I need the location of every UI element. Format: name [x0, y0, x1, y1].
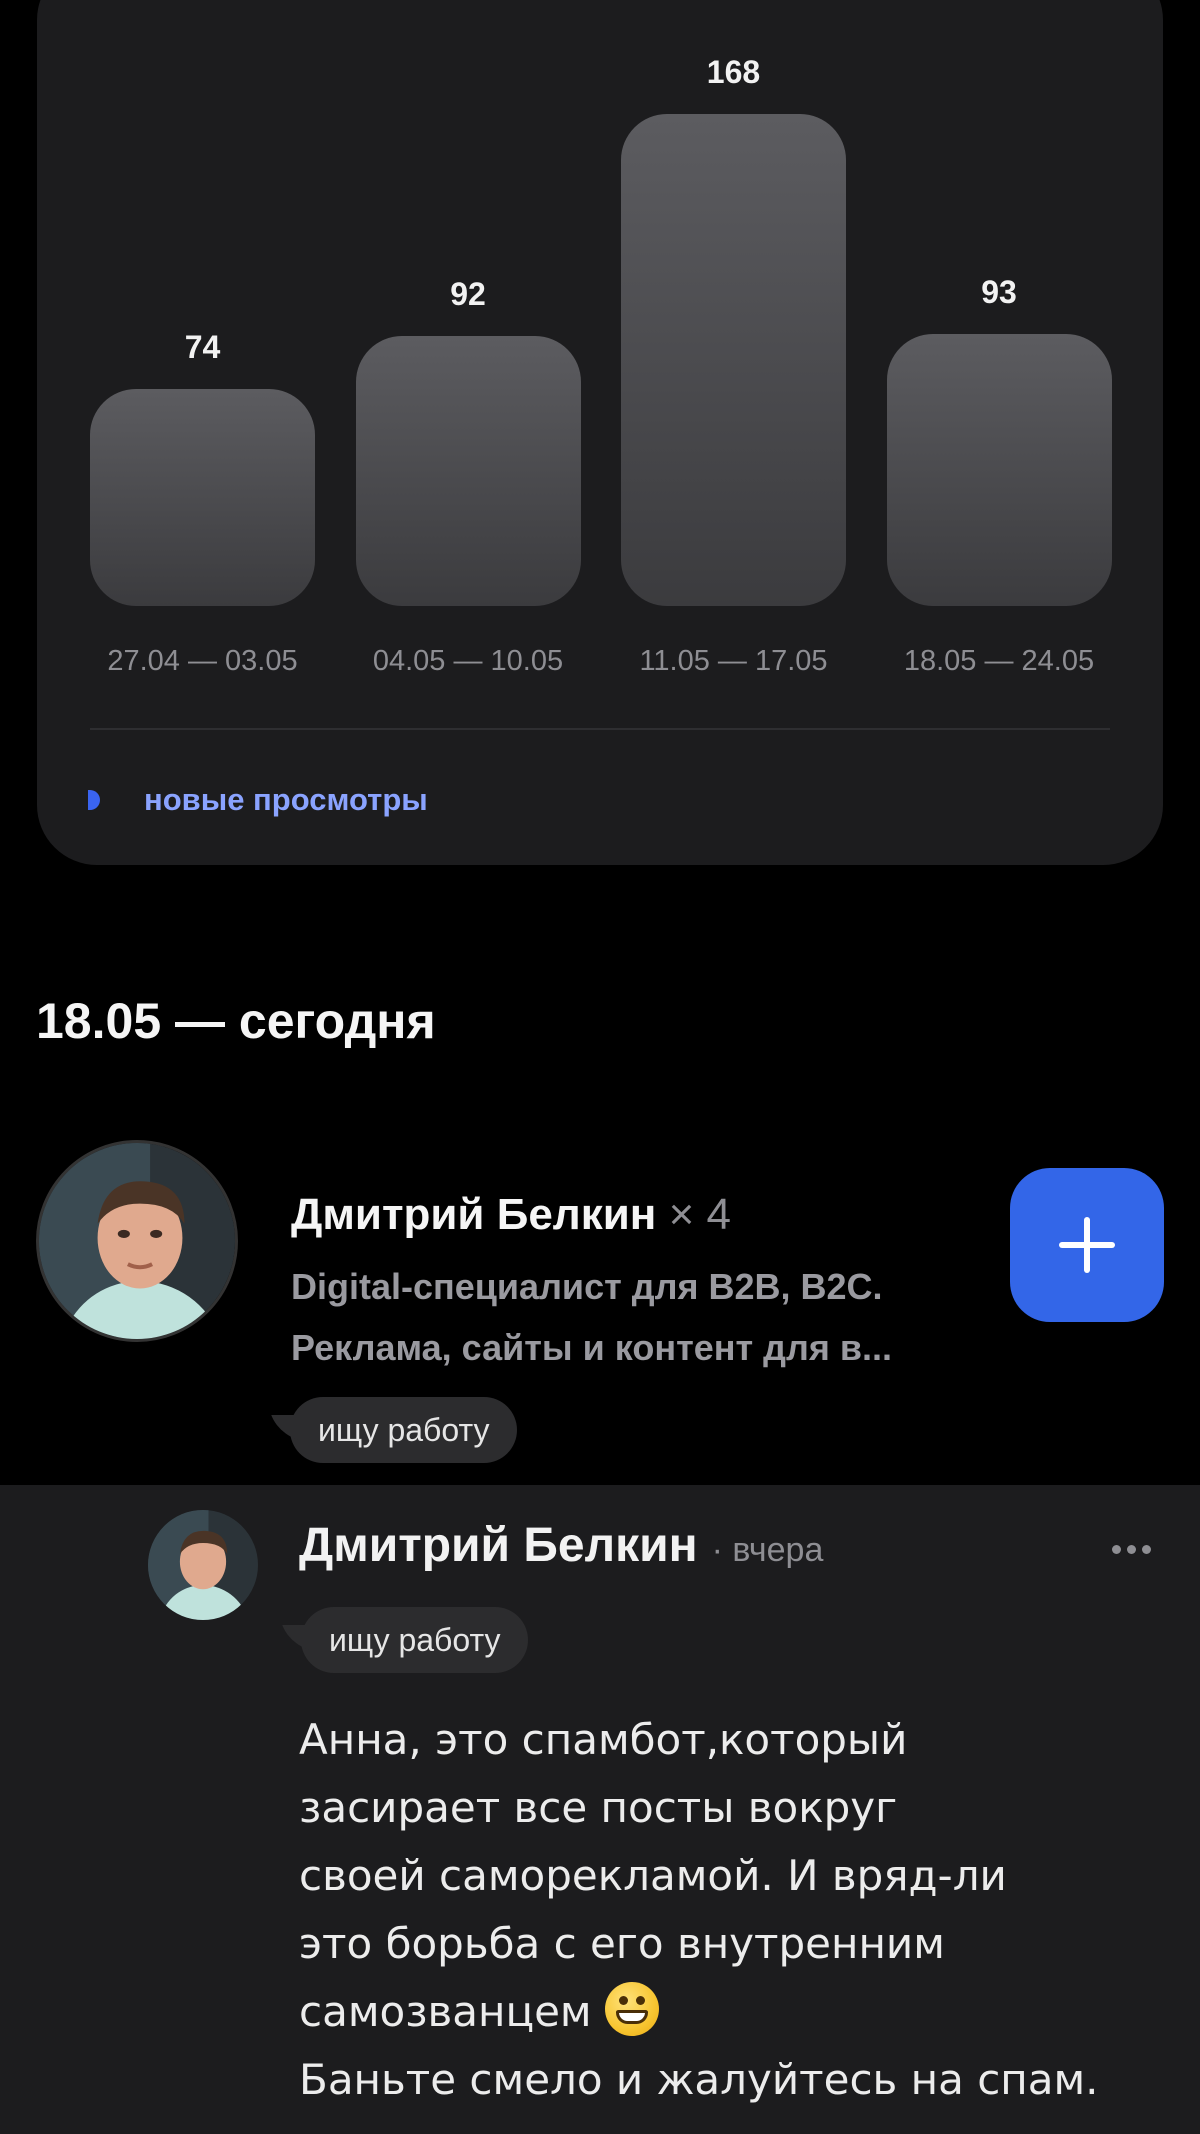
x-tick-label: 18.05 — 24.05	[903, 645, 1095, 677]
comment-text-part2: Баньте смело и жалуйтесь на спам.	[299, 2055, 1099, 2104]
bar-value-label: 92	[450, 276, 486, 313]
profile-status-badge: ищу работу	[290, 1397, 518, 1463]
chart-bar	[886, 333, 1112, 606]
bar-value-label: 93	[981, 273, 1017, 310]
comment-text-part1: Анна, это спамбот,который засирает все п…	[299, 1715, 1007, 2036]
profile-description: Digital-специалист для B2B, B2C. Реклама…	[291, 1266, 892, 1368]
chart-divider	[90, 728, 1110, 730]
views-bar-chart: 74 27.04 — 03.05 92 04.05 — 10.05 168 11.05 —…	[0, 0, 1200, 700]
bar-value-label: 168	[706, 53, 761, 90]
x-tick-label: 04.05 — 10.05	[372, 645, 564, 677]
chart-bar	[355, 336, 581, 606]
chart-legend: новые просмотры	[88, 780, 428, 820]
plus-icon	[1059, 1217, 1115, 1273]
x-tick-label: 27.04 — 03.05	[107, 645, 298, 677]
profile-name-line[interactable]: Дмитрий Белкин × 4	[291, 1190, 731, 1240]
legend-marker-icon	[88, 790, 100, 810]
comment-author-name[interactable]: Дмитрий Белкин	[299, 1518, 698, 1573]
grinning-face-emoji-icon	[604, 1982, 659, 2036]
comment-timestamp: · вчера	[711, 1531, 824, 1569]
comment-header: Дмитрий Белкин · вчера	[299, 1518, 823, 1573]
legend-label: новые просмотры	[144, 782, 428, 817]
profile-name[interactable]: Дмитрий Белкин	[291, 1190, 656, 1239]
follow-button[interactable]	[1010, 1168, 1164, 1322]
comment-status-badge: ищу работу	[301, 1607, 529, 1673]
comment-text: Анна, это спамбот,который засирает все п…	[299, 1706, 1179, 2114]
period-title: 18.05 — сегодня	[36, 993, 436, 1049]
profile-avatar[interactable]	[36, 1140, 238, 1342]
chart-bar	[90, 389, 315, 606]
more-horizontal-icon[interactable]	[1112, 1545, 1151, 1554]
comment-author-avatar[interactable]	[148, 1510, 258, 1620]
x-tick-label: 11.05 — 17.05	[639, 645, 828, 677]
bar-value-label: 74	[184, 329, 221, 366]
profile-view-count: × 4	[668, 1190, 732, 1239]
comment-status-label: ищу работу	[329, 1621, 501, 1658]
profile-status-label: ищу работу	[318, 1411, 490, 1448]
chart-bar	[621, 113, 846, 606]
